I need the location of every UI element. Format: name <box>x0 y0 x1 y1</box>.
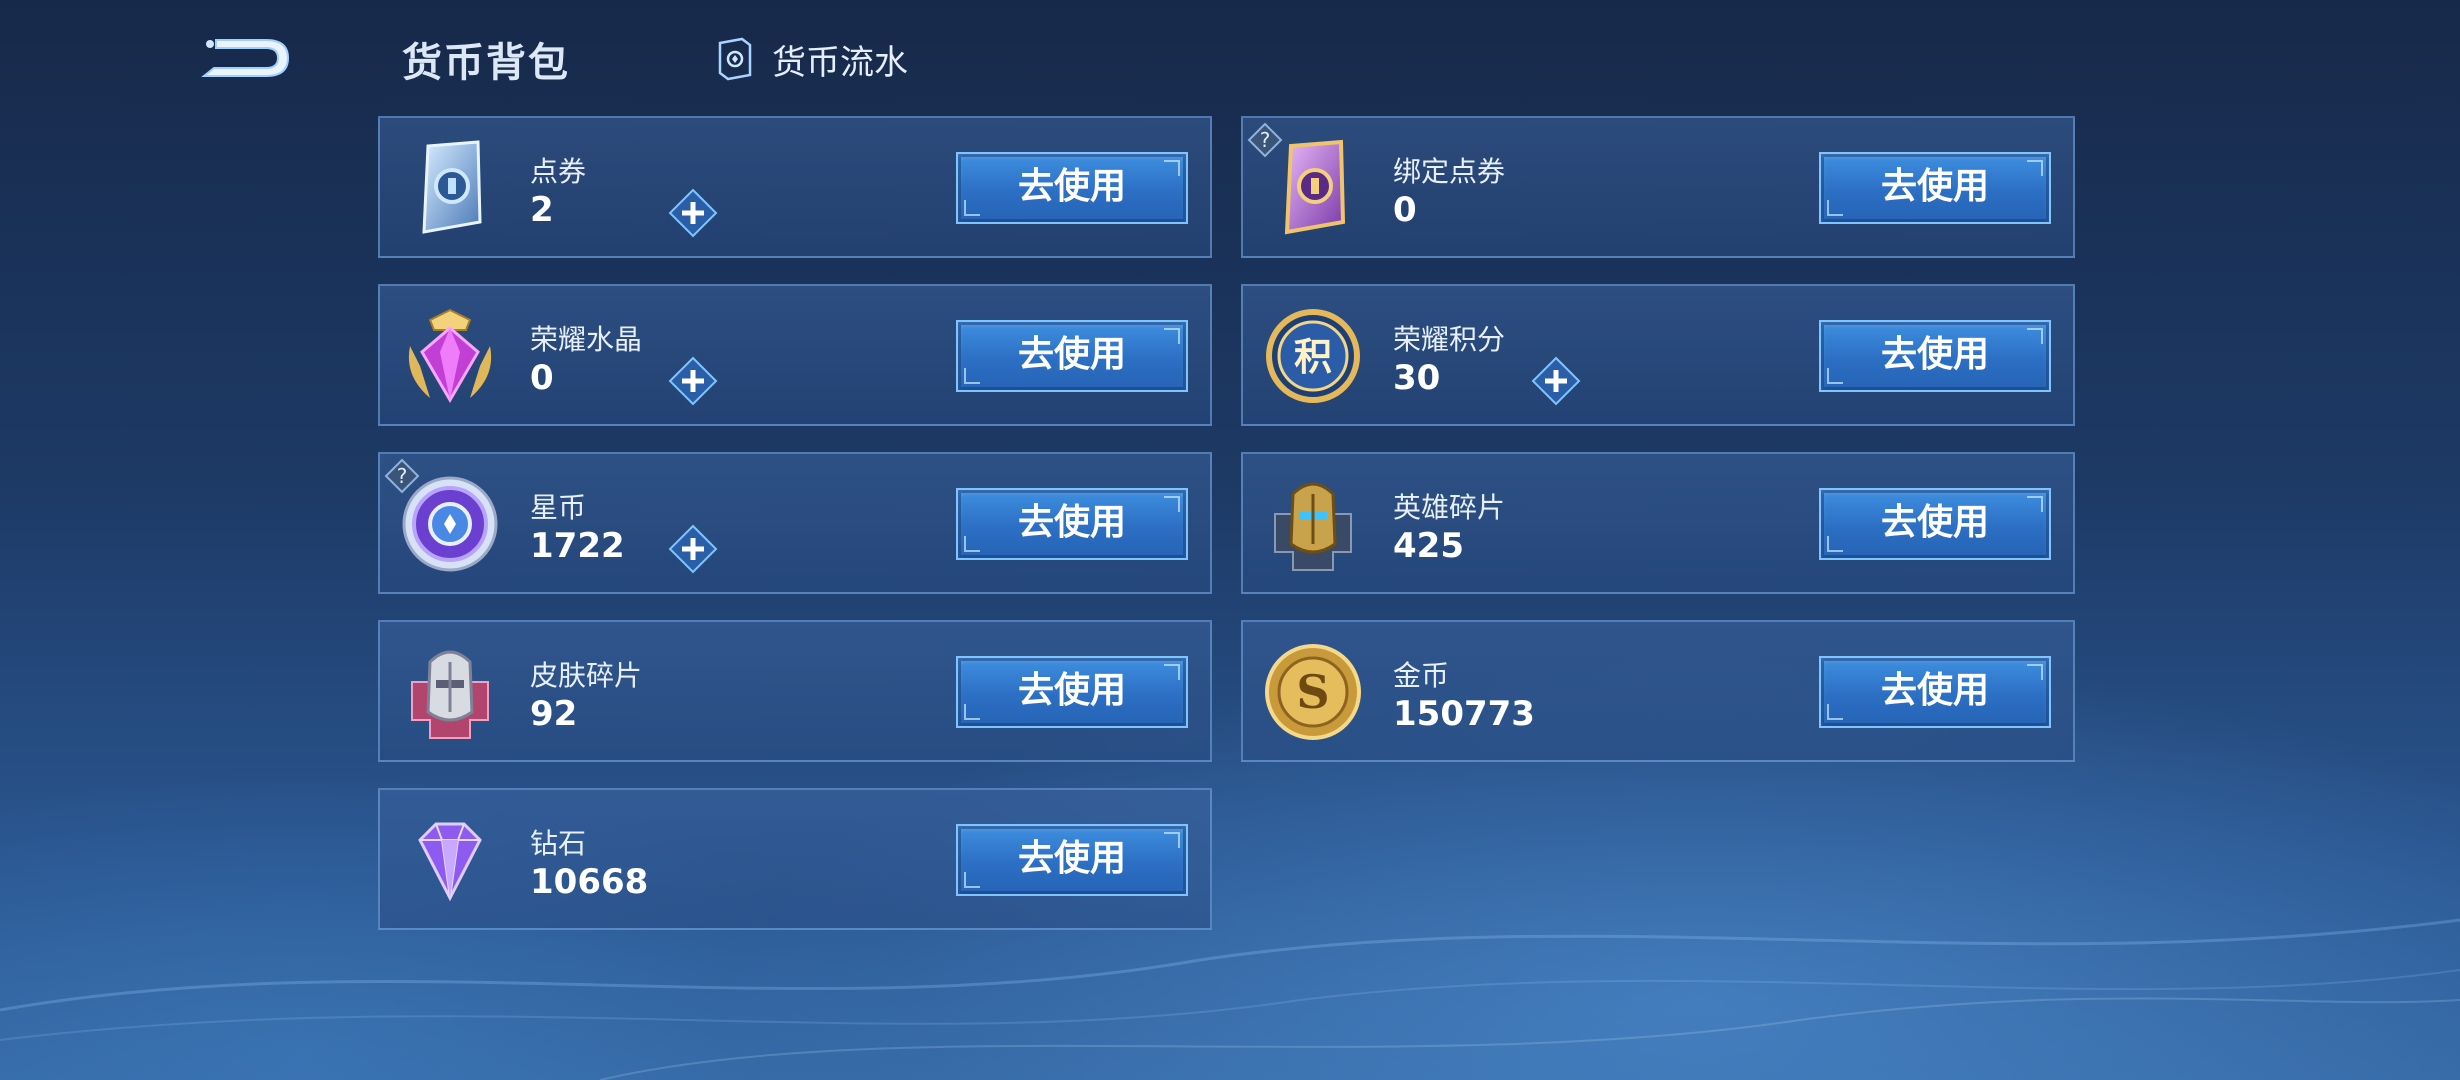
plus-icon[interactable] <box>1531 356 1581 406</box>
currency-name: 点券 <box>530 155 587 188</box>
voucher-purple-icon <box>1284 139 1346 235</box>
currency-value: 2 <box>530 190 554 230</box>
use-button[interactable]: 去使用 <box>956 824 1188 896</box>
currency-history-link[interactable]: 货币流水 <box>712 36 908 83</box>
currency-name: 绑定点券 <box>1393 155 1506 188</box>
svg-text:S: S <box>1296 665 1329 719</box>
use-button[interactable]: 去使用 <box>1819 656 2051 728</box>
currency-value: 0 <box>530 358 554 398</box>
use-button[interactable]: 去使用 <box>956 320 1188 392</box>
star-coin-icon <box>402 476 498 572</box>
currency-value: 425 <box>1393 526 1464 566</box>
hero-fragment-icon <box>1274 482 1352 571</box>
currency-history-label: 货币流水 <box>772 42 908 83</box>
voucher-blue-icon <box>422 140 482 234</box>
currency-name: 荣耀水晶 <box>530 323 643 356</box>
ledger-icon <box>718 37 752 81</box>
back-arrow-icon[interactable] <box>196 30 296 86</box>
page-title: 货币背包 <box>402 40 570 86</box>
currency-name: 星币 <box>530 491 587 524</box>
use-button[interactable]: 去使用 <box>1819 152 2051 224</box>
currency-card-glory-points: 积 荣耀积分 30 去使用 <box>1241 284 2075 426</box>
currency-card-star-coin: ? 星币 1722 去使用 <box>378 452 1212 594</box>
diamond-icon <box>418 822 482 902</box>
plus-icon[interactable] <box>668 188 718 238</box>
currency-card-voucher: 点券 2 去使用 <box>378 116 1212 258</box>
currency-card-gold-coin: S 金币 150773 去使用 <box>1241 620 2075 762</box>
background-waves <box>0 918 2460 1080</box>
currency-name: 英雄碎片 <box>1393 491 1506 524</box>
currency-card-skin-fragment: 皮肤碎片 92 去使用 <box>378 620 1212 762</box>
currency-value: 10668 <box>530 862 649 902</box>
plus-icon[interactable] <box>668 356 718 406</box>
currency-name: 钻石 <box>530 827 587 860</box>
plus-icon[interactable] <box>668 524 718 574</box>
glory-points-icon: 积 <box>1266 309 1360 403</box>
currency-value: 1722 <box>530 526 625 566</box>
skin-fragment-icon <box>411 650 489 739</box>
currency-value: 0 <box>1393 190 1417 230</box>
use-button[interactable]: 去使用 <box>956 488 1188 560</box>
currency-value: 92 <box>530 694 578 734</box>
use-button[interactable]: 去使用 <box>1819 320 2051 392</box>
use-button[interactable]: 去使用 <box>1819 488 2051 560</box>
currency-name: 荣耀积分 <box>1393 323 1506 356</box>
svg-text:积: 积 <box>1294 335 1332 379</box>
currency-name: 金币 <box>1393 659 1450 692</box>
currency-card-diamond: 钻石 10668 去使用 <box>378 788 1212 930</box>
currency-value: 150773 <box>1393 694 1535 734</box>
use-button[interactable]: 去使用 <box>956 656 1188 728</box>
currency-value: 30 <box>1393 358 1441 398</box>
currency-card-glory-crystal: 荣耀水晶 0 去使用 <box>378 284 1212 426</box>
gold-coin-icon: S <box>1265 644 1361 740</box>
use-button[interactable]: 去使用 <box>956 152 1188 224</box>
currency-card-hero-fragment: 英雄碎片 425 去使用 <box>1241 452 2075 594</box>
glory-crystal-icon <box>408 308 492 403</box>
currency-name: 皮肤碎片 <box>530 659 643 692</box>
currency-card-bound-voucher: ? 绑定点券 0 去使用 <box>1241 116 2075 258</box>
